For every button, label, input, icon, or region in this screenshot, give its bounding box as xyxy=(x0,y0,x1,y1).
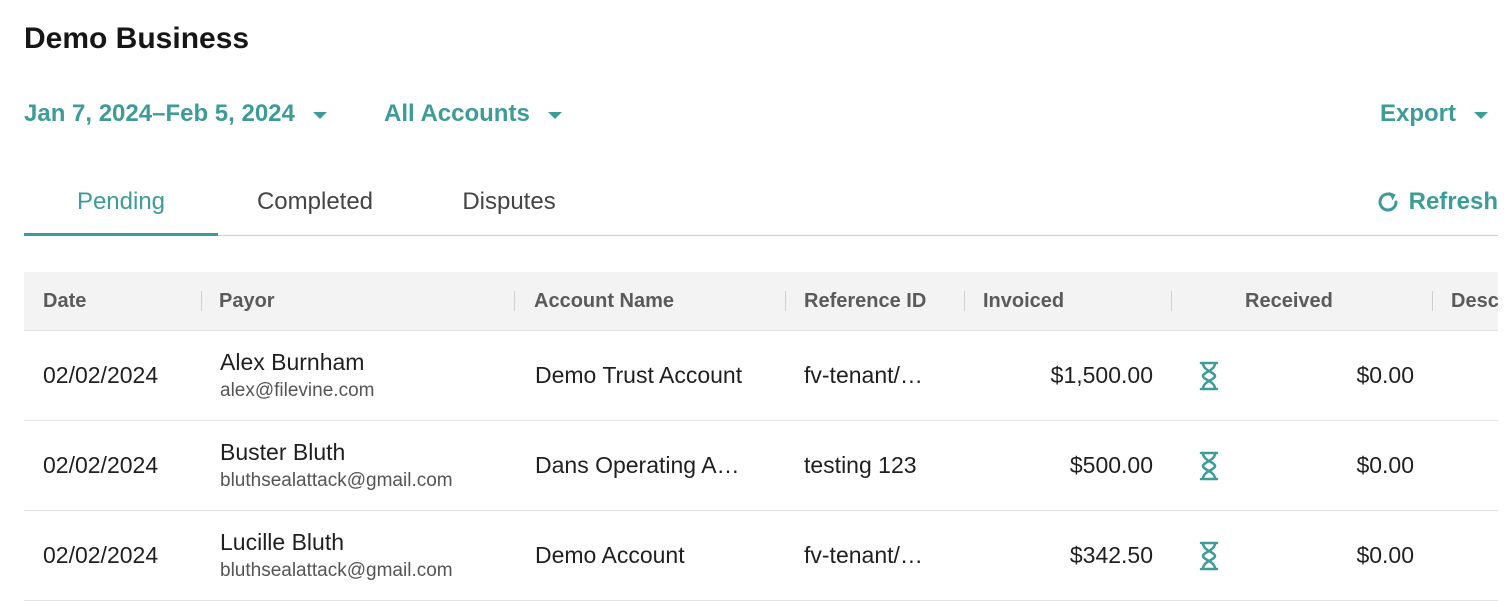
column-divider[interactable] xyxy=(514,291,515,311)
column-header-received[interactable]: Received xyxy=(1245,272,1333,330)
export-label: Export xyxy=(1379,100,1456,127)
export-dropdown[interactable]: Export xyxy=(1380,100,1488,128)
payor-name: Buster Bluth xyxy=(220,438,346,465)
date-cell: 02/02/2024 xyxy=(43,452,159,478)
tab-completed[interactable]: Completed xyxy=(218,180,412,234)
hourglass-icon xyxy=(1197,511,1221,600)
hourglass-icon xyxy=(1197,421,1221,510)
accounts-label: All Accounts xyxy=(384,100,530,127)
refresh-button[interactable]: Refresh xyxy=(1375,188,1498,216)
reference-id-cell: testing 123 xyxy=(804,452,917,478)
column-header-reference-id[interactable]: Reference ID xyxy=(804,272,926,330)
payor-cell: Lucille Bluth bluthsealattack@gmail.com xyxy=(220,511,453,600)
page-title: Demo Business xyxy=(24,22,250,55)
invoiced-cell: $500.00 xyxy=(1069,452,1153,478)
received-cell: $0.00 xyxy=(1356,362,1414,388)
payor-email: bluthsealattack@gmail.com xyxy=(220,559,453,581)
invoiced-cell: $1,500.00 xyxy=(1050,362,1153,388)
table-row[interactable]: 02/02/2024 Alex Burnham alex@filevine.co… xyxy=(24,331,1498,421)
tab-disputes[interactable]: Disputes xyxy=(412,180,606,234)
payments-table: Date Payor Account Name Reference ID Inv… xyxy=(24,272,1498,601)
chevron-down-icon xyxy=(547,111,562,119)
payor-name: Alex Burnham xyxy=(220,348,365,375)
invoiced-cell: $342.50 xyxy=(1069,542,1153,568)
column-header-account-name[interactable]: Account Name xyxy=(534,272,674,330)
table-header: Date Payor Account Name Reference ID Inv… xyxy=(24,272,1498,331)
payor-cell: Buster Bluth bluthsealattack@gmail.com xyxy=(220,421,453,510)
accounts-dropdown[interactable]: All Accounts xyxy=(384,100,562,128)
table-row[interactable]: 02/02/2024 Lucille Bluth bluthsealattack… xyxy=(24,511,1498,601)
account-name-cell: Demo Account xyxy=(535,542,685,568)
column-divider[interactable] xyxy=(785,291,786,311)
account-name-cell: Demo Trust Account xyxy=(535,362,743,388)
received-cell: $0.00 xyxy=(1356,452,1414,478)
column-divider[interactable] xyxy=(1432,291,1433,311)
column-divider[interactable] xyxy=(964,291,965,311)
payor-email: bluthsealattack@gmail.com xyxy=(220,469,453,491)
column-header-invoiced[interactable]: Invoiced xyxy=(983,272,1064,330)
column-header-date[interactable]: Date xyxy=(43,272,86,330)
column-divider[interactable] xyxy=(201,291,202,311)
date-cell: 02/02/2024 xyxy=(43,362,159,388)
payor-cell: Alex Burnham alex@filevine.com xyxy=(220,331,374,420)
refresh-label: Refresh xyxy=(1408,188,1498,215)
payor-email: alex@filevine.com xyxy=(220,379,375,401)
tab-pending[interactable]: Pending xyxy=(24,180,218,236)
column-header-description[interactable]: Desc xyxy=(1451,272,1498,330)
table-row[interactable]: 02/02/2024 Buster Bluth bluthsealattack@… xyxy=(24,421,1498,511)
date-range-label: Jan 7, 2024–Feb 5, 2024 xyxy=(24,100,295,127)
tab-bar: Pending Completed Disputes xyxy=(24,180,1498,236)
payor-name: Lucille Bluth xyxy=(220,528,345,555)
reference-id-cell: fv-tenant/… xyxy=(804,362,923,388)
column-header-payor[interactable]: Payor xyxy=(219,272,275,330)
received-cell: $0.00 xyxy=(1356,542,1414,568)
date-range-dropdown[interactable]: Jan 7, 2024–Feb 5, 2024 xyxy=(24,100,327,128)
account-name-cell: Dans Operating A… xyxy=(535,452,740,478)
date-cell: 02/02/2024 xyxy=(43,542,159,568)
chevron-down-icon xyxy=(1474,111,1488,119)
chevron-down-icon xyxy=(312,111,327,119)
hourglass-icon xyxy=(1197,331,1221,420)
column-divider[interactable] xyxy=(1171,291,1172,311)
reference-id-cell: fv-tenant/… xyxy=(804,542,923,568)
refresh-icon xyxy=(1375,189,1401,215)
